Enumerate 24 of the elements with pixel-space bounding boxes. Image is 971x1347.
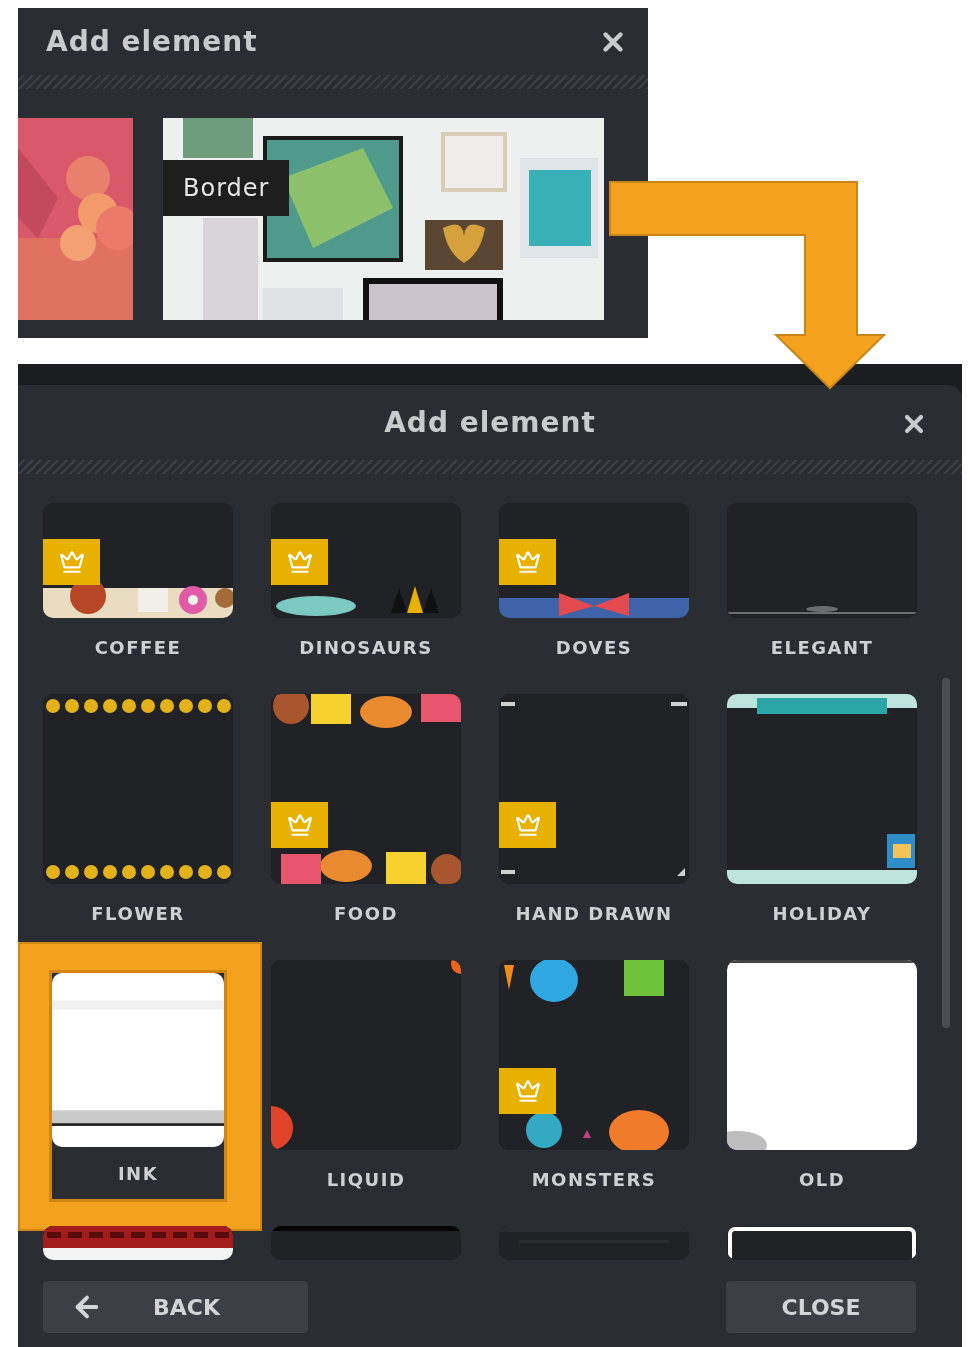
tile-label: DINOSAURS (298, 636, 434, 660)
tile-label: FOOD (333, 902, 399, 926)
tile-label: LIQUID (325, 1168, 407, 1192)
tile-label: HOLIDAY (771, 902, 873, 926)
crown-icon (286, 549, 313, 575)
tile-label: COFFEE (93, 636, 183, 660)
close-button[interactable]: CLOSE (726, 1281, 916, 1333)
tile-label: MONSTERS (530, 1168, 658, 1192)
tile-label: FLOWER (90, 902, 186, 926)
back-button[interactable]: BACK (43, 1281, 308, 1333)
tile-label: DOVES (554, 636, 634, 660)
crown-icon (286, 812, 313, 838)
card-label: Border (163, 160, 290, 216)
crown-icon (514, 549, 541, 575)
crown-icon (514, 1078, 541, 1104)
dialog-title: Add element (46, 25, 258, 58)
scrollbar-thumb[interactable] (942, 678, 950, 1028)
tile-label: OLD (797, 1168, 847, 1192)
tile-label: INK (116, 1161, 160, 1186)
crown-icon (514, 812, 541, 838)
tile-label: ELEGANT (769, 636, 875, 660)
tile-label: HAND DRAWN (514, 902, 674, 926)
dialog-title: Add element (384, 406, 596, 439)
crown-icon (58, 549, 85, 575)
